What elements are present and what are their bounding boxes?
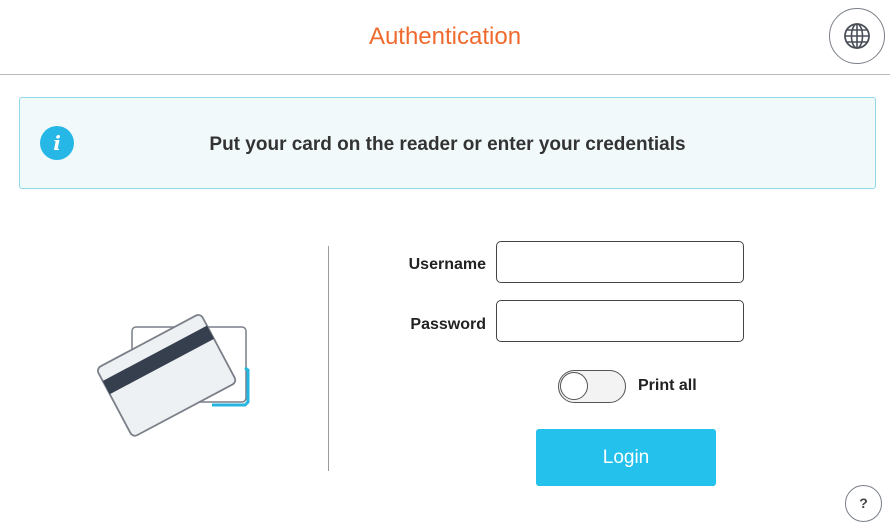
- toggle-knob: [560, 372, 588, 400]
- print-all-label: Print all: [638, 377, 697, 394]
- vertical-divider: [328, 246, 329, 471]
- globe-icon: [844, 23, 870, 49]
- card-reader-icon: [97, 314, 250, 437]
- info-message: Put your card on the reader or enter you…: [209, 134, 686, 155]
- language-button[interactable]: [829, 8, 885, 64]
- info-banner: i Put your card on the reader or enter y…: [19, 97, 876, 189]
- card-reader-illustration: [95, 290, 265, 440]
- help-button[interactable]: ?: [845, 485, 882, 522]
- print-all-toggle[interactable]: [558, 370, 626, 403]
- login-button[interactable]: Login: [536, 429, 716, 486]
- password-label: Password: [410, 316, 486, 333]
- username-input[interactable]: [496, 241, 744, 283]
- password-input[interactable]: [496, 300, 744, 342]
- username-label: Username: [408, 256, 486, 273]
- header-bar: Authentication: [0, 0, 890, 75]
- page-title: Authentication: [368, 23, 522, 50]
